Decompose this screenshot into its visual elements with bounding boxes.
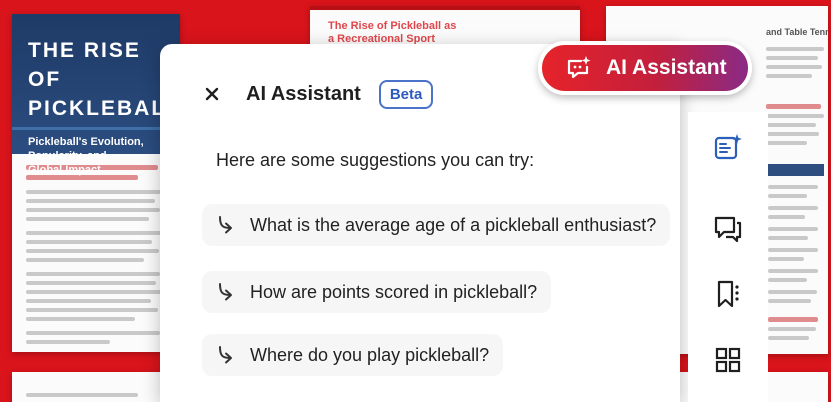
ai-summary-icon bbox=[714, 134, 742, 160]
ai-assistant-button-label: AI Assistant bbox=[606, 56, 727, 79]
sparkle-chat-icon bbox=[567, 56, 591, 79]
comment-button[interactable] bbox=[706, 206, 750, 250]
suggestion-label: Where do you play pickleball? bbox=[250, 344, 490, 365]
cover-title: THE RISE OF PICKLEBALL bbox=[28, 39, 180, 120]
suggestion-label: What is the average age of a pickleball … bbox=[250, 214, 657, 235]
document-cover: THE RISE OF PICKLEBALL Pickleball's Evol… bbox=[12, 14, 180, 176]
table-page-text bbox=[766, 42, 824, 150]
bookmark-list-icon bbox=[717, 280, 739, 308]
suggestion-points-scored[interactable]: How are points scored in pickleball? bbox=[202, 271, 552, 313]
tool-rail bbox=[688, 112, 768, 402]
ai-assistant-button[interactable]: AI Assistant bbox=[538, 41, 752, 95]
article-title: The Rise of Pickleball as a Recreational… bbox=[328, 20, 457, 45]
panel-header: AI Assistant Beta bbox=[198, 74, 434, 114]
table-header-bar bbox=[768, 164, 824, 176]
ai-assistant-panel: AI Assistant Beta Here are some suggesti… bbox=[160, 44, 680, 402]
close-icon bbox=[205, 87, 219, 101]
article-stripe bbox=[310, 6, 580, 10]
table-cells bbox=[768, 180, 824, 345]
cover-stripe bbox=[12, 127, 180, 130]
suggestion-average-age[interactable]: What is the average age of a pickleball … bbox=[202, 204, 671, 246]
document-thumbnail-cover: THE RISE OF PICKLEBALL Pickleball's Evol… bbox=[12, 14, 180, 352]
comment-icon bbox=[714, 216, 742, 243]
suggestion-where-to-play[interactable]: Where do you play pickleball? bbox=[202, 334, 504, 376]
arrow-return-icon bbox=[219, 216, 232, 234]
panel-title: AI Assistant bbox=[246, 82, 361, 105]
cover-subtitle: Pickleball's Evolution, Popularity, and … bbox=[28, 136, 144, 176]
grid-view-button[interactable] bbox=[706, 338, 750, 382]
table-page-title: and Table Tennis bbox=[766, 27, 828, 37]
suggestions-intro: Here are some suggestions you can try: bbox=[216, 150, 535, 170]
arrow-return-icon bbox=[219, 283, 232, 301]
bottom-doc-text bbox=[12, 372, 152, 397]
suggestion-label: How are points scored in pickleball? bbox=[250, 281, 538, 302]
document-body-text bbox=[12, 154, 180, 352]
beta-badge: Beta bbox=[378, 79, 434, 109]
close-button[interactable] bbox=[198, 80, 226, 108]
arrow-return-icon bbox=[219, 346, 232, 364]
bookmark-list-button[interactable] bbox=[706, 272, 750, 316]
grid-icon bbox=[715, 347, 741, 373]
ai-summary-button[interactable] bbox=[706, 126, 750, 170]
